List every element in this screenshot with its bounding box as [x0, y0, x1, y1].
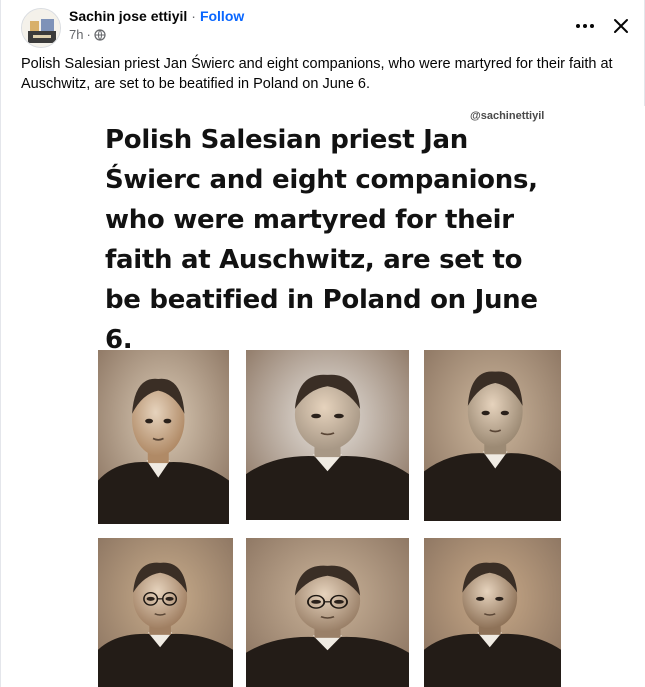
time-separator: · [86, 27, 91, 42]
close-button[interactable] [607, 12, 635, 40]
post-caption: Polish Salesian priest Jan Świerc and ei… [21, 56, 613, 92]
priest-portrait-4 [98, 538, 233, 687]
image-headline: Polish Salesian priest Jan Świerc and ei… [105, 120, 565, 360]
avatar-image [22, 9, 60, 47]
headline-line: Świerc and eight companions, [105, 165, 538, 195]
post-image[interactable]: @sachinettiyil Polish Salesian priest Ja… [1, 106, 645, 687]
post-time[interactable]: 7h [69, 27, 83, 42]
priest-portrait-5 [246, 538, 409, 687]
priest-portrait-2 [246, 350, 409, 520]
close-icon [614, 19, 628, 33]
dot-separator: · [191, 8, 196, 24]
facebook-post: Sachin jose ettiyil · Follow 7h · Polish S… [0, 0, 645, 687]
more-dots-icon [576, 24, 594, 28]
priest-portrait-1 [98, 350, 229, 524]
follow-button[interactable]: Follow [200, 8, 244, 24]
author-name[interactable]: Sachin jose ettiyil [69, 8, 187, 24]
headline-line: Polish Salesian priest Jan [105, 125, 468, 155]
headline-line: be beatified in Poland on June [105, 285, 538, 315]
headline-line: faith at Auschwitz, are set to [105, 245, 523, 275]
post-meta: 7h · [69, 27, 106, 42]
more-options-button[interactable] [567, 14, 603, 38]
post-header: Sachin jose ettiyil · Follow 7h · [1, 0, 645, 50]
post-graphic: @sachinettiyil Polish Salesian priest Ja… [97, 106, 565, 687]
author-avatar[interactable] [21, 8, 61, 48]
priest-portrait-6 [424, 538, 561, 687]
globe-icon[interactable] [94, 28, 106, 41]
author-line: Sachin jose ettiyil · Follow [69, 7, 244, 25]
headline-line: who were martyred for their [105, 205, 514, 235]
priest-portrait-3 [424, 350, 561, 521]
